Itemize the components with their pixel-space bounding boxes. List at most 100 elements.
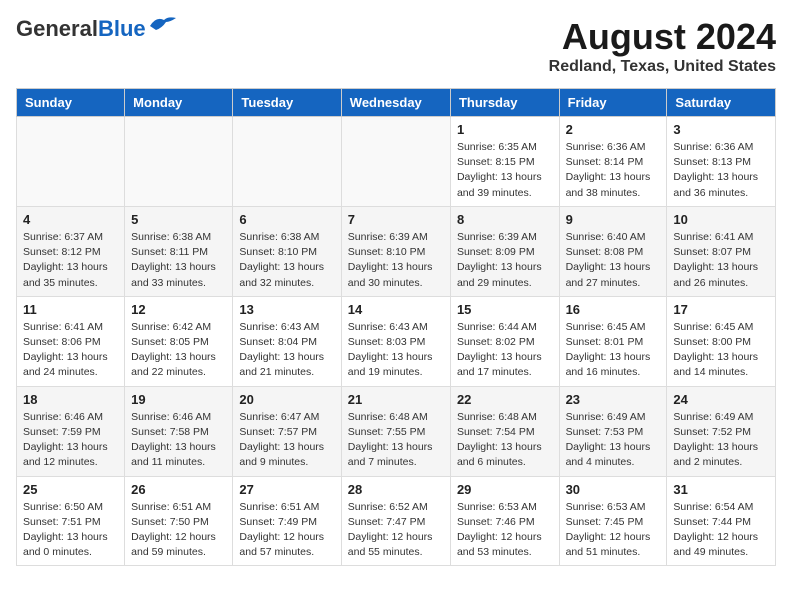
day-info: Sunrise: 6:51 AM Sunset: 7:49 PM Dayligh… xyxy=(239,500,334,561)
day-cell: 14 Sunrise: 6:43 AM Sunset: 8:03 PM Dayli… xyxy=(341,296,450,386)
day-info: Sunrise: 6:48 AM Sunset: 7:55 PM Dayligh… xyxy=(348,410,444,471)
logo-blue: Blue xyxy=(98,16,146,42)
day-info: Sunrise: 6:45 AM Sunset: 8:01 PM Dayligh… xyxy=(566,320,661,381)
day-info: Sunrise: 6:39 AM Sunset: 8:10 PM Dayligh… xyxy=(348,230,444,291)
day-cell: 13 Sunrise: 6:43 AM Sunset: 8:04 PM Dayli… xyxy=(233,296,341,386)
day-info: Sunrise: 6:49 AM Sunset: 7:52 PM Dayligh… xyxy=(673,410,769,471)
day-number: 5 xyxy=(131,212,226,227)
day-cell: 6Sunrise: 6:38 AM Sunset: 8:10 PM Daylig… xyxy=(233,206,341,296)
day-cell: 11Sunrise: 6:41 AM Sunset: 8:06 PM Dayli… xyxy=(17,296,125,386)
day-cell: 30 Sunrise: 6:53 AM Sunset: 7:45 PM Dayli… xyxy=(559,476,667,566)
day-cell xyxy=(233,117,341,207)
day-number: 19 xyxy=(131,392,226,407)
day-cell: 1Sunrise: 6:35 AM Sunset: 8:15 PM Daylig… xyxy=(450,117,559,207)
day-info: Sunrise: 6:53 AM Sunset: 7:46 PM Dayligh… xyxy=(457,500,553,561)
day-info: Sunrise: 6:36 AM Sunset: 8:13 PM Dayligh… xyxy=(673,140,769,201)
day-cell: 27 Sunrise: 6:51 AM Sunset: 7:49 PM Dayli… xyxy=(233,476,341,566)
day-info: Sunrise: 6:37 AM Sunset: 8:12 PM Dayligh… xyxy=(23,230,118,291)
week-row-3: 11Sunrise: 6:41 AM Sunset: 8:06 PM Dayli… xyxy=(17,296,776,386)
day-cell: 2 Sunrise: 6:36 AM Sunset: 8:14 PM Daylig… xyxy=(559,117,667,207)
day-info: Sunrise: 6:36 AM Sunset: 8:14 PM Dayligh… xyxy=(566,140,661,201)
page-header: General Blue August 2024 Redland, Texas,… xyxy=(16,16,776,76)
header-friday: Friday xyxy=(559,89,667,117)
week-row-2: 4 Sunrise: 6:37 AM Sunset: 8:12 PM Daylig… xyxy=(17,206,776,296)
day-number: 27 xyxy=(239,482,334,497)
day-number: 7 xyxy=(348,212,444,227)
logo-bird-icon xyxy=(148,14,178,34)
day-number: 15 xyxy=(457,302,553,317)
day-cell: 23Sunrise: 6:49 AM Sunset: 7:53 PM Dayli… xyxy=(559,386,667,476)
week-row-5: 25 Sunrise: 6:50 AM Sunset: 7:51 PM Dayli… xyxy=(17,476,776,566)
day-info: Sunrise: 6:53 AM Sunset: 7:45 PM Dayligh… xyxy=(566,500,661,561)
day-cell: 25 Sunrise: 6:50 AM Sunset: 7:51 PM Dayli… xyxy=(17,476,125,566)
header-sunday: Sunday xyxy=(17,89,125,117)
day-number: 21 xyxy=(348,392,444,407)
header-saturday: Saturday xyxy=(667,89,776,117)
day-info: Sunrise: 6:40 AM Sunset: 8:08 PM Dayligh… xyxy=(566,230,661,291)
day-cell: 19 Sunrise: 6:46 AM Sunset: 7:58 PM Dayli… xyxy=(125,386,233,476)
header-wednesday: Wednesday xyxy=(341,89,450,117)
day-number: 29 xyxy=(457,482,553,497)
day-number: 14 xyxy=(348,302,444,317)
day-info: Sunrise: 6:35 AM Sunset: 8:15 PM Dayligh… xyxy=(457,140,553,201)
day-number: 28 xyxy=(348,482,444,497)
day-cell xyxy=(17,117,125,207)
day-cell: 21 Sunrise: 6:48 AM Sunset: 7:55 PM Dayli… xyxy=(341,386,450,476)
day-info: Sunrise: 6:42 AM Sunset: 8:05 PM Dayligh… xyxy=(131,320,226,381)
day-number: 30 xyxy=(566,482,661,497)
day-info: Sunrise: 6:46 AM Sunset: 7:58 PM Dayligh… xyxy=(131,410,226,471)
header-thursday: Thursday xyxy=(450,89,559,117)
day-info: Sunrise: 6:48 AM Sunset: 7:54 PM Dayligh… xyxy=(457,410,553,471)
day-cell: 4 Sunrise: 6:37 AM Sunset: 8:12 PM Daylig… xyxy=(17,206,125,296)
day-info: Sunrise: 6:50 AM Sunset: 7:51 PM Dayligh… xyxy=(23,500,118,561)
logo-general: General xyxy=(16,16,98,42)
day-cell: 24Sunrise: 6:49 AM Sunset: 7:52 PM Dayli… xyxy=(667,386,776,476)
day-number: 3 xyxy=(673,122,769,137)
day-number: 31 xyxy=(673,482,769,497)
day-cell: 7 Sunrise: 6:39 AM Sunset: 8:10 PM Daylig… xyxy=(341,206,450,296)
day-cell: 10Sunrise: 6:41 AM Sunset: 8:07 PM Dayli… xyxy=(667,206,776,296)
day-number: 20 xyxy=(239,392,334,407)
header-tuesday: Tuesday xyxy=(233,89,341,117)
day-cell: 9Sunrise: 6:40 AM Sunset: 8:08 PM Daylig… xyxy=(559,206,667,296)
day-cell: 15 Sunrise: 6:44 AM Sunset: 8:02 PM Dayli… xyxy=(450,296,559,386)
day-number: 17 xyxy=(673,302,769,317)
day-info: Sunrise: 6:39 AM Sunset: 8:09 PM Dayligh… xyxy=(457,230,553,291)
day-info: Sunrise: 6:43 AM Sunset: 8:04 PM Dayligh… xyxy=(239,320,334,381)
month-title: August 2024 xyxy=(549,16,776,58)
day-info: Sunrise: 6:51 AM Sunset: 7:50 PM Dayligh… xyxy=(131,500,226,561)
day-info: Sunrise: 6:41 AM Sunset: 8:07 PM Dayligh… xyxy=(673,230,769,291)
day-number: 25 xyxy=(23,482,118,497)
day-info: Sunrise: 6:38 AM Sunset: 8:11 PM Dayligh… xyxy=(131,230,226,291)
day-number: 8 xyxy=(457,212,553,227)
day-number: 16 xyxy=(566,302,661,317)
day-number: 18 xyxy=(23,392,118,407)
calendar-table: Sunday Monday Tuesday Wednesday Thursday… xyxy=(16,88,776,566)
day-cell: 29 Sunrise: 6:53 AM Sunset: 7:46 PM Dayli… xyxy=(450,476,559,566)
day-number: 13 xyxy=(239,302,334,317)
day-number: 4 xyxy=(23,212,118,227)
day-info: Sunrise: 6:43 AM Sunset: 8:03 PM Dayligh… xyxy=(348,320,444,381)
week-row-4: 18Sunrise: 6:46 AM Sunset: 7:59 PM Dayli… xyxy=(17,386,776,476)
day-cell: 3 Sunrise: 6:36 AM Sunset: 8:13 PM Daylig… xyxy=(667,117,776,207)
day-cell: 18Sunrise: 6:46 AM Sunset: 7:59 PM Dayli… xyxy=(17,386,125,476)
day-cell: 31 Sunrise: 6:54 AM Sunset: 7:44 PM Dayli… xyxy=(667,476,776,566)
day-cell: 12Sunrise: 6:42 AM Sunset: 8:05 PM Dayli… xyxy=(125,296,233,386)
day-cell: 20Sunrise: 6:47 AM Sunset: 7:57 PM Dayli… xyxy=(233,386,341,476)
day-info: Sunrise: 6:54 AM Sunset: 7:44 PM Dayligh… xyxy=(673,500,769,561)
day-cell xyxy=(125,117,233,207)
weekday-header-row: Sunday Monday Tuesday Wednesday Thursday… xyxy=(17,89,776,117)
day-info: Sunrise: 6:44 AM Sunset: 8:02 PM Dayligh… xyxy=(457,320,553,381)
day-info: Sunrise: 6:41 AM Sunset: 8:06 PM Dayligh… xyxy=(23,320,118,381)
day-cell: 17 Sunrise: 6:45 AM Sunset: 8:00 PM Dayli… xyxy=(667,296,776,386)
day-cell xyxy=(341,117,450,207)
header-monday: Monday xyxy=(125,89,233,117)
title-section: August 2024 Redland, Texas, United State… xyxy=(549,16,776,76)
day-cell: 8 Sunrise: 6:39 AM Sunset: 8:09 PM Daylig… xyxy=(450,206,559,296)
day-number: 2 xyxy=(566,122,661,137)
day-info: Sunrise: 6:45 AM Sunset: 8:00 PM Dayligh… xyxy=(673,320,769,381)
logo: General Blue xyxy=(16,16,178,42)
day-cell: 16 Sunrise: 6:45 AM Sunset: 8:01 PM Dayli… xyxy=(559,296,667,386)
day-cell: 28Sunrise: 6:52 AM Sunset: 7:47 PM Dayli… xyxy=(341,476,450,566)
day-number: 26 xyxy=(131,482,226,497)
